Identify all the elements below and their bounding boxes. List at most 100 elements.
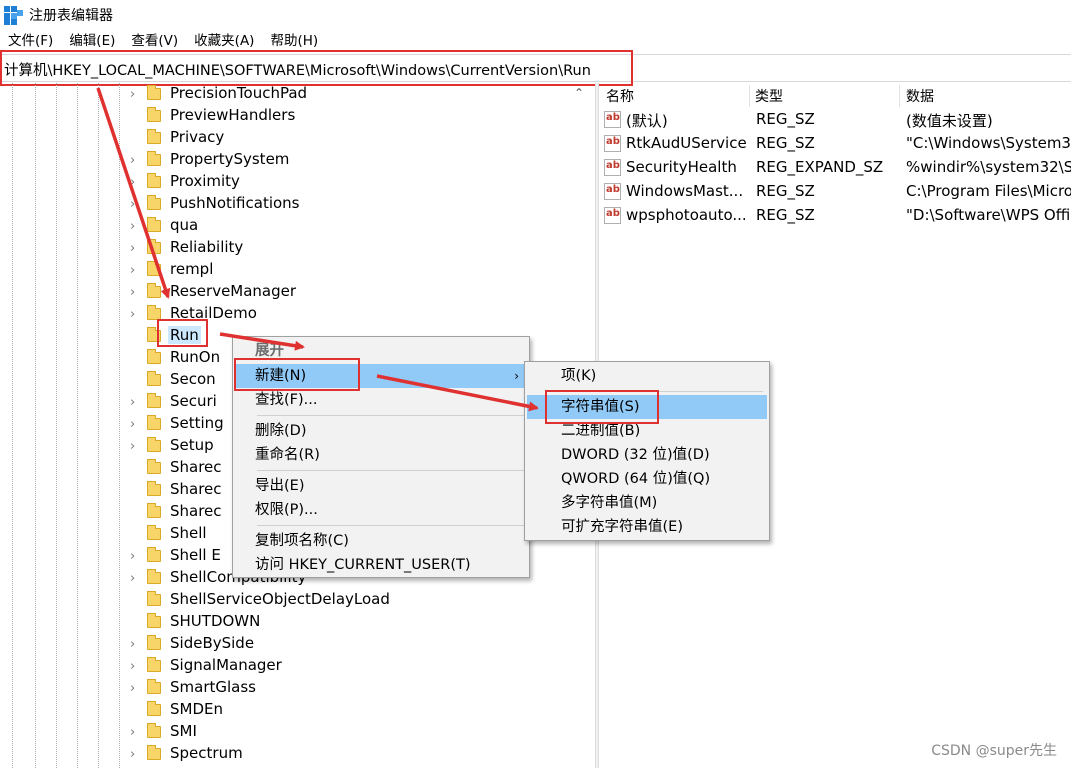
- scroll-up-arrow-icon[interactable]: ⌃: [574, 86, 584, 100]
- tree-node-label: ShellServiceObjectDelayLoad: [170, 590, 390, 608]
- folder-icon: [147, 525, 161, 540]
- string-value-icon: ab: [604, 207, 621, 224]
- tree-node[interactable]: SHUTDOWN: [0, 611, 580, 633]
- tree-node[interactable]: › SideBySide: [0, 633, 580, 655]
- tree-node-label: Secon: [170, 370, 216, 388]
- expand-chevron-icon[interactable]: ›: [130, 263, 135, 278]
- value-row[interactable]: ab SecurityHealth REG_EXPAND_SZ %windir%\sy…: [600, 156, 1071, 180]
- expand-chevron-icon[interactable]: ›: [130, 285, 135, 300]
- tree-node-label: SHUTDOWN: [170, 612, 261, 630]
- expand-chevron-icon[interactable]: ›: [130, 571, 135, 586]
- expand-chevron-icon[interactable]: ›: [130, 439, 135, 454]
- tree-node-label: PushNotifications: [170, 194, 300, 212]
- value-row[interactable]: ab (默认) REG_SZ (数值未设置): [600, 108, 1071, 132]
- column-header-name[interactable]: 名称: [606, 86, 634, 106]
- menu-view[interactable]: 查看(V): [123, 30, 186, 52]
- expand-chevron-icon[interactable]: ›: [130, 87, 135, 102]
- menu-file[interactable]: 文件(F): [0, 30, 61, 52]
- expand-chevron-icon[interactable]: ›: [130, 637, 135, 652]
- submenu-item-multi-string[interactable]: 多字符串值(M): [527, 491, 767, 515]
- new-submenu: 项(K) 字符串值(S) 二进制值(B) DWORD (32 位)值(D) QW…: [524, 361, 770, 541]
- value-row[interactable]: ab RtkAudUService REG_SZ "C:\Windows\System…: [600, 132, 1071, 156]
- tree-node-label: SMDEn: [170, 700, 223, 718]
- value-name: (默认): [626, 112, 668, 130]
- expand-chevron-icon[interactable]: ›: [130, 659, 135, 674]
- tree-node[interactable]: › PrecisionTouchPad: [0, 83, 580, 105]
- folder-icon: [147, 613, 161, 628]
- tree-node[interactable]: › SMI: [0, 721, 580, 743]
- tree-node[interactable]: Privacy: [0, 127, 580, 149]
- value-data: C:\Program Files\Micro: [906, 182, 1071, 200]
- menu-item-export[interactable]: 导出(E): [235, 474, 527, 498]
- tree-node-label: Sharec: [170, 458, 222, 476]
- string-value-icon: ab: [604, 135, 621, 152]
- submenu-item-qword[interactable]: QWORD (64 位)值(Q): [527, 467, 767, 491]
- menu-favorites[interactable]: 收藏夹(A): [186, 30, 262, 52]
- folder-icon: [147, 635, 161, 650]
- expand-chevron-icon[interactable]: ›: [130, 549, 135, 564]
- tree-node[interactable]: › Proximity: [0, 171, 580, 193]
- tree-node-label: Proximity: [170, 172, 240, 190]
- menu-item-rename[interactable]: 重命名(R): [235, 443, 527, 467]
- folder-icon: [147, 591, 161, 606]
- tree-node[interactable]: › SignalManager: [0, 655, 580, 677]
- expand-chevron-icon[interactable]: ›: [130, 241, 135, 256]
- tree-node[interactable]: › Spectrum: [0, 743, 580, 765]
- value-row[interactable]: ab wpsphotoauto... REG_SZ "D:\Software\WPS …: [600, 204, 1071, 228]
- tree-node[interactable]: › rempl: [0, 259, 580, 281]
- tree-node[interactable]: › ReserveManager: [0, 281, 580, 303]
- expand-chevron-icon[interactable]: ›: [130, 197, 135, 212]
- expand-chevron-icon[interactable]: ›: [130, 219, 135, 234]
- menu-item-find[interactable]: 查找(F)...: [235, 388, 527, 412]
- expand-chevron-icon[interactable]: ›: [130, 395, 135, 410]
- folder-icon: [147, 261, 161, 276]
- tree-node-label: Spectrum: [170, 744, 243, 762]
- tree-node-label: PrecisionTouchPad: [170, 84, 308, 102]
- tree-node[interactable]: › SmartGlass: [0, 677, 580, 699]
- column-separator[interactable]: [749, 85, 750, 107]
- submenu-item-key[interactable]: 项(K): [527, 364, 767, 388]
- expand-chevron-icon[interactable]: ›: [130, 747, 135, 762]
- watermark: CSDN @super先生: [931, 743, 1057, 759]
- value-row[interactable]: ab WindowsMast... REG_SZ C:\Program Files\M…: [600, 180, 1071, 204]
- tree-node-label: PropertySystem: [170, 150, 290, 168]
- folder-icon: [147, 547, 161, 562]
- expand-chevron-icon[interactable]: ›: [130, 307, 135, 322]
- menu-item-permissions[interactable]: 权限(P)...: [235, 498, 527, 522]
- tree-node-label: ReserveManager: [170, 282, 297, 300]
- menu-help[interactable]: 帮助(H): [262, 30, 326, 52]
- folder-icon: [147, 349, 161, 364]
- run-key-annotation-box: [157, 319, 208, 347]
- submenu-item-expandable-string[interactable]: 可扩充字符串值(E): [527, 515, 767, 539]
- column-header-data[interactable]: 数据: [906, 86, 934, 106]
- menu-item-visit-hkcu[interactable]: 访问 HKEY_CURRENT_USER(T): [235, 553, 527, 577]
- value-name: wpsphotoauto...: [626, 206, 747, 224]
- tree-node[interactable]: ShellServiceObjectDelayLoad: [0, 589, 580, 611]
- submenu-item-dword[interactable]: DWORD (32 位)值(D): [527, 443, 767, 467]
- expand-chevron-icon[interactable]: ›: [130, 153, 135, 168]
- menu-separator: [257, 415, 525, 416]
- expand-chevron-icon[interactable]: ›: [130, 681, 135, 696]
- tree-node-label: Sharec: [170, 480, 222, 498]
- tree-node[interactable]: › qua: [0, 215, 580, 237]
- menu-item-delete[interactable]: 删除(D): [235, 419, 527, 443]
- menu-edit[interactable]: 编辑(E): [61, 30, 123, 52]
- folder-icon: [147, 371, 161, 386]
- menu-separator: [257, 525, 525, 526]
- expand-chevron-icon[interactable]: ›: [130, 725, 135, 740]
- tree-node[interactable]: › RetailDemo: [0, 303, 580, 325]
- expand-chevron-icon[interactable]: ›: [130, 417, 135, 432]
- tree-node[interactable]: › PropertySystem: [0, 149, 580, 171]
- menu-item-copy-key-name[interactable]: 复制项名称(C): [235, 529, 527, 553]
- column-separator[interactable]: [899, 85, 900, 107]
- column-header-type[interactable]: 类型: [755, 86, 783, 106]
- tree-node[interactable]: SMDEn: [0, 699, 580, 721]
- tree-node[interactable]: PreviewHandlers: [0, 105, 580, 127]
- tree-node[interactable]: › Reliability: [0, 237, 580, 259]
- folder-icon: [147, 173, 161, 188]
- tree-node[interactable]: › PushNotifications: [0, 193, 580, 215]
- window-title: 注册表编辑器: [29, 8, 113, 24]
- expand-chevron-icon[interactable]: ›: [130, 175, 135, 190]
- tree-node-label: SignalManager: [170, 656, 282, 674]
- tree-node-label: Sharec: [170, 502, 222, 520]
